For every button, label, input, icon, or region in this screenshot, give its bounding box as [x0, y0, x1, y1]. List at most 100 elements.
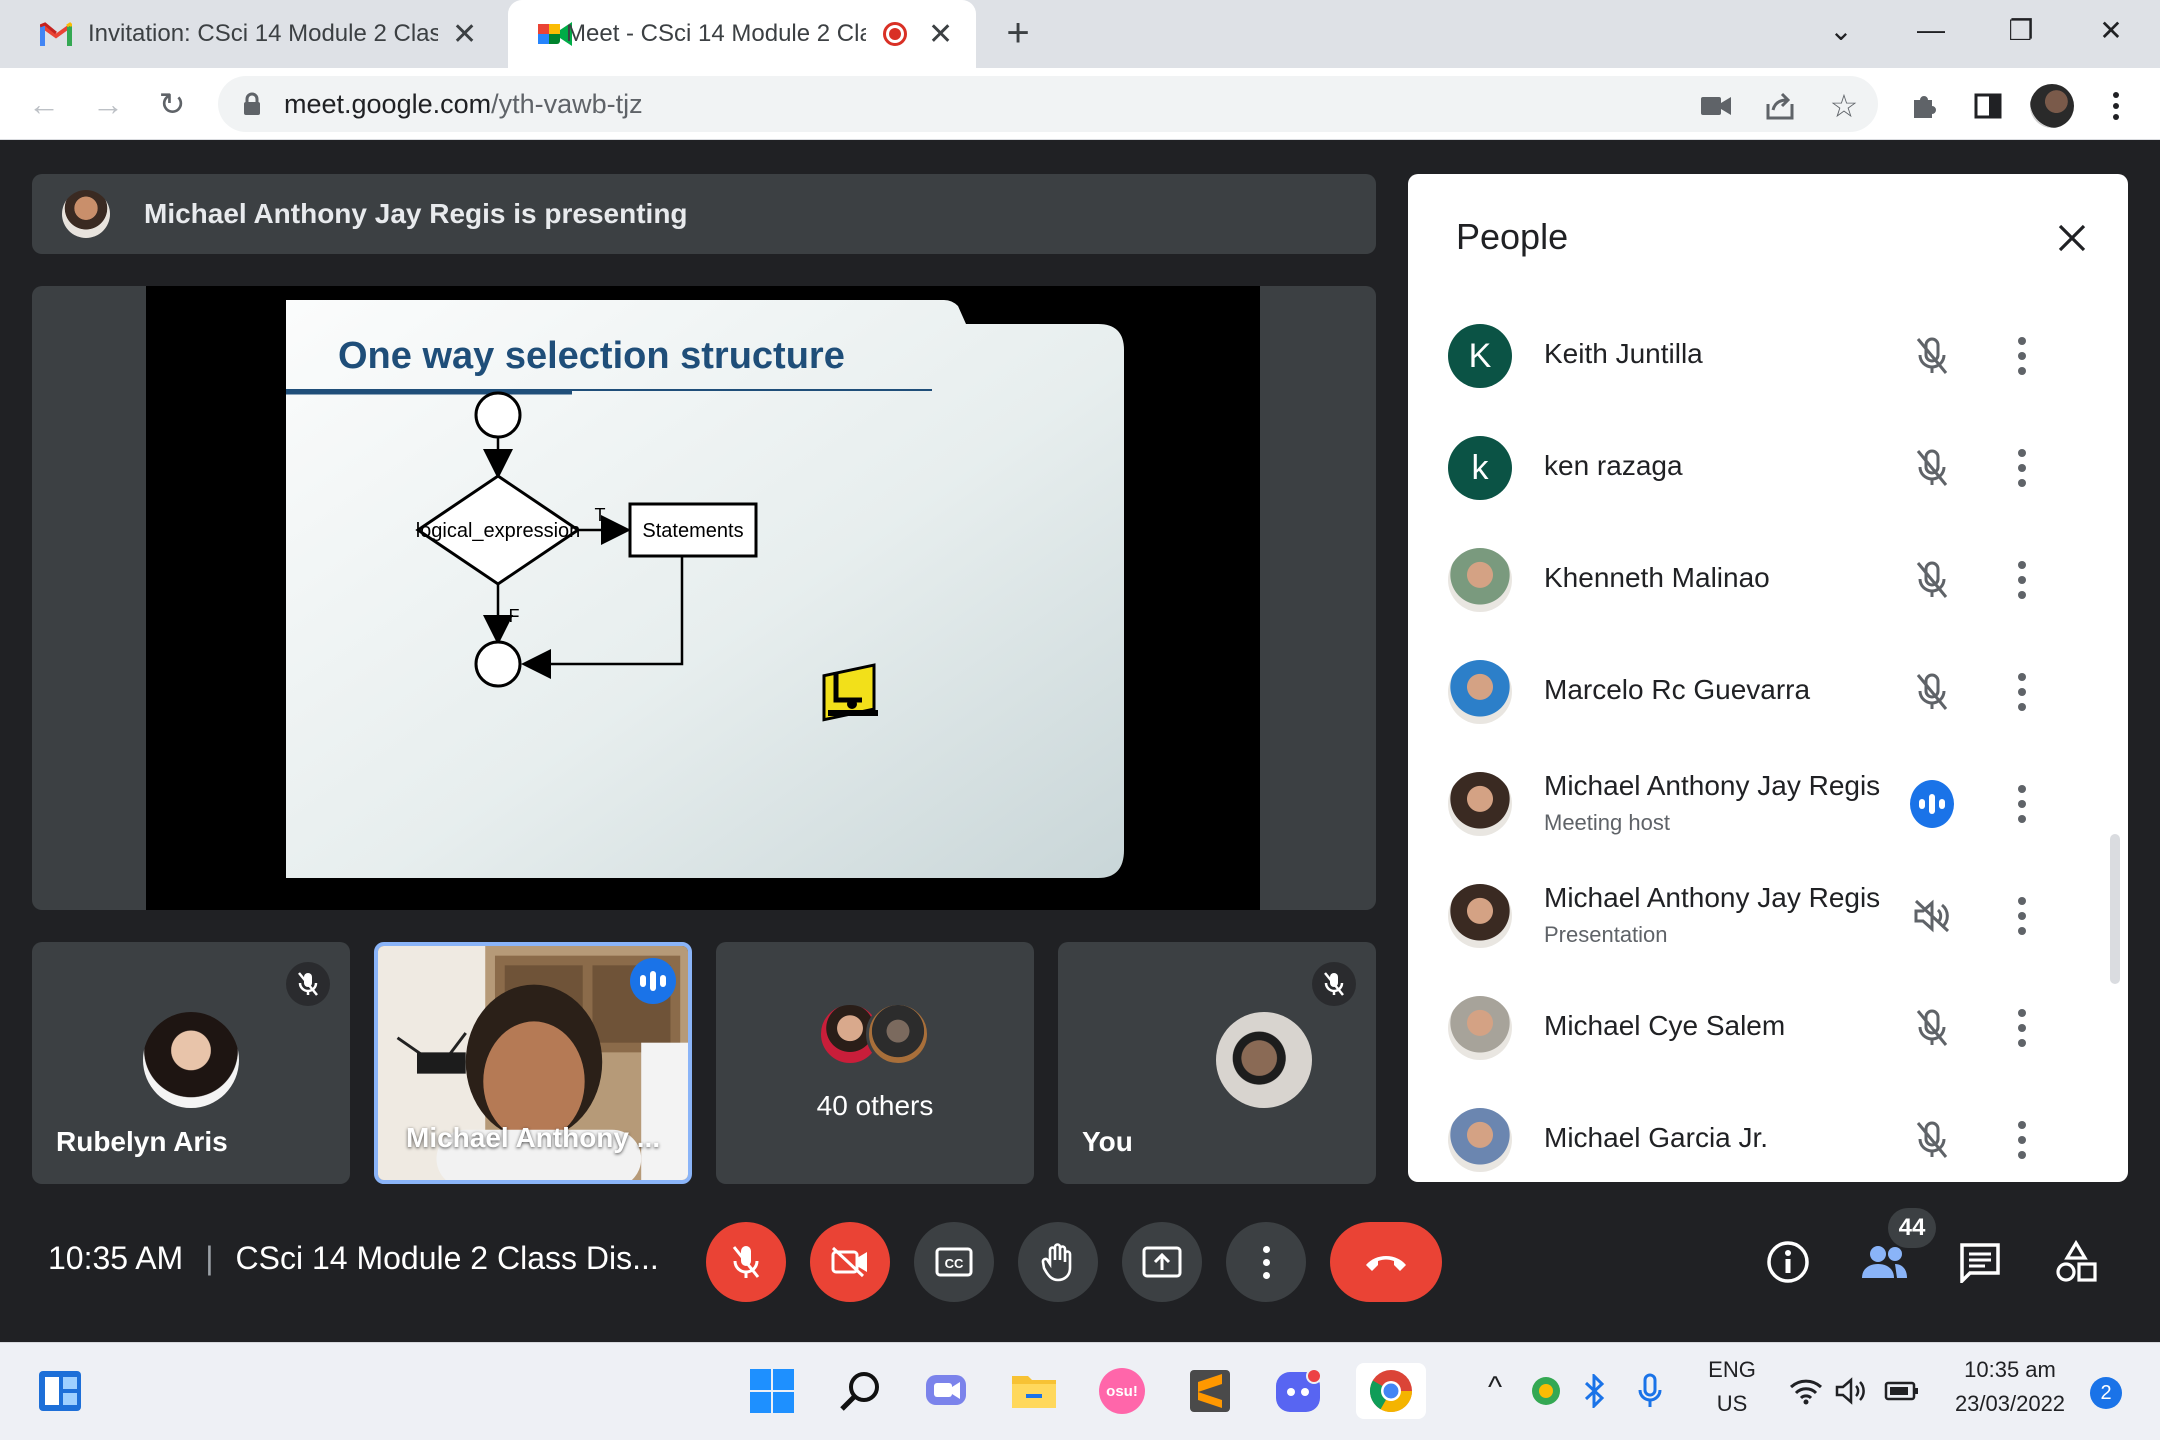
- clock[interactable]: 10:35 am 23/03/2022: [1940, 1357, 2080, 1417]
- mic-off-icon[interactable]: [1910, 334, 1954, 378]
- osu-icon[interactable]: osu!: [1094, 1363, 1150, 1419]
- svg-text:CC: CC: [945, 1256, 964, 1271]
- meeting-details-button[interactable]: [1754, 1228, 1822, 1296]
- gmail-icon: [40, 22, 72, 46]
- camera-toggle-button[interactable]: [810, 1222, 890, 1302]
- participant-more-options-icon[interactable]: [2016, 1006, 2028, 1050]
- present-icon: [1142, 1246, 1182, 1278]
- participant-more-options-icon[interactable]: [2016, 894, 2028, 938]
- tile-name: Rubelyn Aris: [56, 1126, 228, 1157]
- extensions-icon[interactable]: [1904, 86, 1944, 126]
- mic-off-icon: [1312, 962, 1356, 1006]
- slide-title: One way selection structure: [338, 335, 845, 377]
- teams-chat-icon[interactable]: [918, 1363, 974, 1419]
- others-tile[interactable]: 40 others: [716, 942, 1034, 1184]
- sublime-text-icon[interactable]: [1182, 1363, 1238, 1419]
- address-bar[interactable]: meet.google.com/yth-vawb-tjz: [218, 76, 1878, 132]
- input-language[interactable]: ENG US: [1700, 1357, 1764, 1417]
- participant-row[interactable]: K Keith Juntilla: [1408, 300, 2128, 412]
- more-dot: [1262, 1245, 1270, 1253]
- reload-icon[interactable]: ↻: [150, 82, 194, 126]
- chrome-icon[interactable]: [1356, 1363, 1426, 1419]
- battery-icon[interactable]: [1880, 1363, 1924, 1419]
- panel-scrollbar[interactable]: [2110, 834, 2120, 984]
- speaking-indicator-icon[interactable]: [1910, 780, 1954, 828]
- mic-off-icon[interactable]: [1910, 558, 1954, 602]
- tray-app-icon[interactable]: [1526, 1363, 1566, 1419]
- participant-row[interactable]: Michael Cye Salem: [1408, 972, 2128, 1084]
- participant-more-options-icon[interactable]: [2016, 1118, 2028, 1162]
- participant-more-options-icon[interactable]: [2016, 782, 2028, 826]
- wifi-icon[interactable]: [1786, 1363, 1826, 1419]
- avatar: [866, 1002, 930, 1066]
- show-hidden-icons[interactable]: ^: [1488, 1371, 1502, 1405]
- widgets-icon[interactable]: [32, 1363, 88, 1419]
- share-icon[interactable]: [1760, 86, 1800, 126]
- participant-row[interactable]: Michael Garcia Jr.: [1408, 1084, 2128, 1182]
- participant-row[interactable]: Marcelo Rc Guevarra: [1408, 636, 2128, 748]
- self-tile[interactable]: You: [1058, 942, 1376, 1184]
- mic-off-icon[interactable]: [1910, 1118, 1954, 1162]
- close-tab-icon[interactable]: ✕: [452, 17, 477, 52]
- volume-icon[interactable]: [1832, 1363, 1872, 1419]
- recording-indicator-icon: [883, 22, 907, 46]
- raise-hand-button[interactable]: [1018, 1222, 1098, 1302]
- camera-in-use-icon[interactable]: [1696, 86, 1736, 126]
- mic-toggle-button[interactable]: [706, 1222, 786, 1302]
- search-icon[interactable]: [832, 1363, 888, 1419]
- leave-call-button[interactable]: [1330, 1222, 1442, 1302]
- microphone-icon[interactable]: [1630, 1363, 1670, 1419]
- bluetooth-icon[interactable]: [1574, 1363, 1614, 1419]
- participant-row[interactable]: Michael Anthony Jay Regis Presentation: [1408, 860, 2128, 972]
- back-icon[interactable]: ←: [22, 82, 66, 126]
- false-branch-label: F: [509, 606, 520, 626]
- participant-role: Presentation: [1544, 922, 1668, 947]
- info-icon: [1767, 1241, 1809, 1283]
- audio-off-icon[interactable]: [1910, 894, 1954, 938]
- mic-off-icon[interactable]: [1910, 670, 1954, 714]
- new-tab-button[interactable]: +: [996, 8, 1040, 58]
- participant-more-options-icon[interactable]: [2016, 558, 2028, 602]
- participant-more-options-icon[interactable]: [2016, 670, 2028, 714]
- chat-button[interactable]: [1946, 1228, 2014, 1296]
- participant-tile-michael[interactable]: Michael Anthony ...: [374, 942, 692, 1184]
- close-panel-button[interactable]: [2046, 212, 2098, 264]
- participant-more-options-icon[interactable]: [2016, 334, 2028, 378]
- avatar: [1448, 1108, 1512, 1172]
- mic-off-icon[interactable]: [1910, 1006, 1954, 1050]
- participant-role: Meeting host: [1544, 810, 1670, 835]
- captions-icon: CC: [935, 1247, 973, 1277]
- close-tab-icon[interactable]: ✕: [928, 17, 953, 52]
- tab-search-chevron-icon[interactable]: ⌄: [1796, 0, 1886, 60]
- url-path: /yth-vawb-tjz: [491, 88, 643, 119]
- participant-name: ken razaga: [1544, 450, 1683, 481]
- participant-row[interactable]: Michael Anthony Jay Regis Meeting host: [1408, 748, 2128, 860]
- participant-row[interactable]: k ken razaga: [1408, 412, 2128, 524]
- presentation-stage[interactable]: One way selection structure logical_expr…: [32, 286, 1376, 910]
- minimize-icon[interactable]: —: [1886, 0, 1976, 60]
- tab-meet-active[interactable]: Meet - CSci 14 Module 2 Cla ✕: [508, 0, 976, 68]
- windows-start-icon[interactable]: [744, 1363, 800, 1419]
- activities-button[interactable]: [2042, 1228, 2110, 1296]
- people-count-badge: 44: [1888, 1208, 1936, 1248]
- more-options-button[interactable]: [1226, 1222, 1306, 1302]
- participant-more-options-icon[interactable]: [2016, 446, 2028, 490]
- bookmark-star-icon[interactable]: ☆: [1824, 86, 1864, 126]
- participant-row[interactable]: Khenneth Malinao: [1408, 524, 2128, 636]
- browser-menu-icon[interactable]: [2096, 86, 2136, 126]
- file-explorer-icon[interactable]: [1006, 1363, 1062, 1419]
- present-screen-button[interactable]: [1122, 1222, 1202, 1302]
- forward-icon[interactable]: →: [86, 82, 130, 126]
- profile-avatar[interactable]: [2030, 84, 2074, 128]
- side-panel-icon[interactable]: [1968, 86, 2008, 126]
- raise-hand-icon: [1041, 1243, 1072, 1282]
- discord-icon[interactable]: [1270, 1363, 1326, 1419]
- close-window-icon[interactable]: ✕: [2066, 0, 2156, 60]
- end-call-icon: [1366, 1256, 1406, 1271]
- restore-icon[interactable]: ❐: [1976, 0, 2066, 60]
- tab-gmail-invitation[interactable]: Invitation: CSci 14 Module 2 Clas ✕: [0, 0, 500, 68]
- mic-off-icon[interactable]: [1910, 446, 1954, 490]
- participant-tile-rubelyn[interactable]: Rubelyn Aris: [32, 942, 350, 1184]
- notification-badge[interactable]: 2: [2090, 1377, 2122, 1409]
- captions-button[interactable]: CC: [914, 1222, 994, 1302]
